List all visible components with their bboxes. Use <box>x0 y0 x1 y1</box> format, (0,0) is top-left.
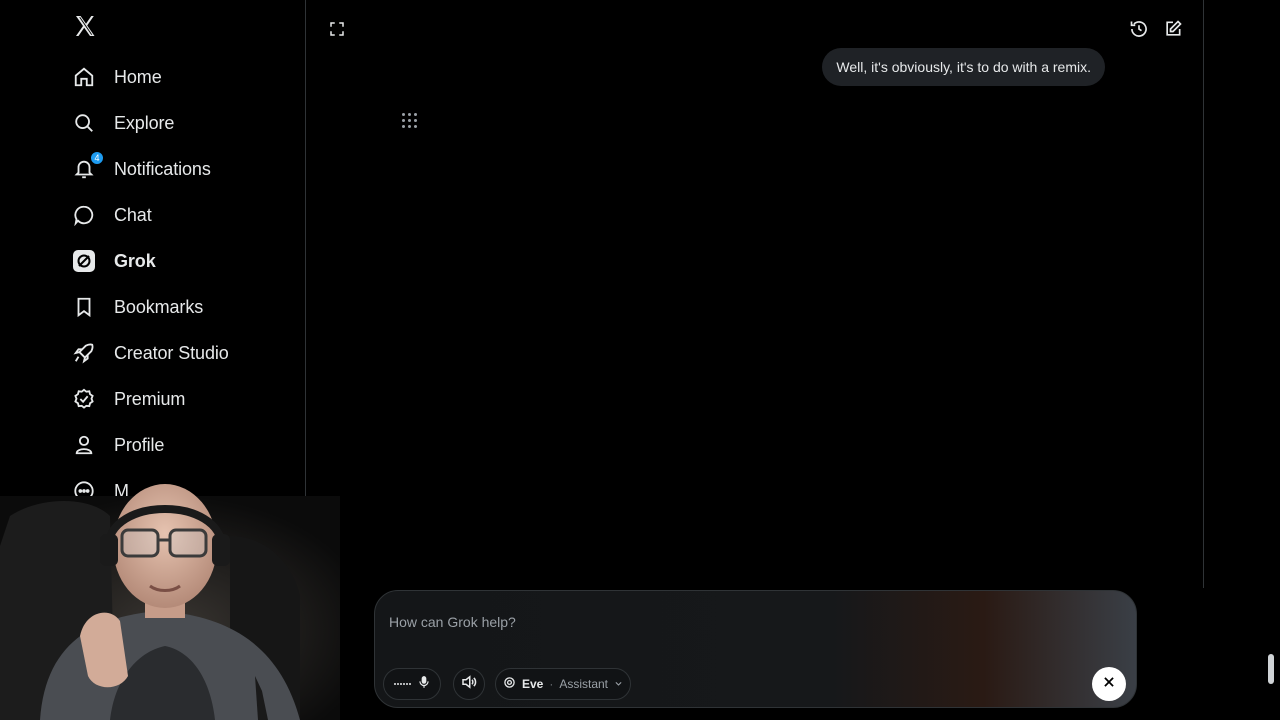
nav-item-notifications[interactable]: 4 Notifications <box>62 146 292 192</box>
nav-label: Creator Studio <box>114 342 229 363</box>
close-icon <box>1102 675 1116 694</box>
history-button[interactable] <box>1127 19 1151 43</box>
grok-icon <box>72 249 96 273</box>
message-bubble: Well, it's obviously, it's to do with a … <box>822 48 1105 86</box>
nav-label: Bookmarks <box>114 296 204 317</box>
loading-dots-icon <box>402 113 418 129</box>
chevron-down-icon <box>614 677 623 691</box>
nav-label: Notifications <box>114 158 211 179</box>
nav-item-explore[interactable]: Explore <box>62 100 292 146</box>
nav-item-chat[interactable]: Chat <box>62 192 292 238</box>
persona-mode: Assistant <box>559 677 609 691</box>
grok-prompt-input[interactable] <box>389 611 989 633</box>
nav-label: Chat <box>114 204 152 225</box>
gear-icon <box>503 676 516 692</box>
search-icon <box>72 111 96 135</box>
nav-label: Profile <box>114 434 165 455</box>
speaker-button[interactable] <box>453 668 485 700</box>
persona-name: Eve <box>521 677 544 691</box>
waveform-icon <box>393 683 411 685</box>
nav-item-home[interactable]: Home <box>62 54 292 100</box>
chat-icon <box>72 203 96 227</box>
microphone-icon <box>417 674 431 695</box>
nav-item-grok[interactable]: Grok <box>62 238 292 284</box>
nav-label: Premium <box>114 388 186 409</box>
rocket-icon <box>72 341 96 365</box>
nav-item-profile[interactable]: Profile <box>62 422 292 468</box>
nav-label: Explore <box>114 112 175 133</box>
webcam-overlay <box>0 476 340 720</box>
history-icon <box>1129 19 1149 44</box>
new-chat-button[interactable] <box>1161 19 1185 43</box>
bookmark-icon <box>72 295 96 319</box>
main-panel: Well, it's obviously, it's to do with a … <box>307 0 1204 588</box>
x-logo-icon[interactable] <box>70 10 100 42</box>
page-scrollbar[interactable] <box>1268 654 1274 684</box>
voice-input-button[interactable] <box>383 668 441 700</box>
person-icon <box>72 433 96 457</box>
nav-item-creator-studio[interactable]: Creator Studio <box>62 330 292 376</box>
close-voice-button[interactable] <box>1092 667 1126 701</box>
expand-button[interactable] <box>325 19 349 43</box>
verified-icon <box>72 387 96 411</box>
primary-nav: Home Explore 4 Notifications Chat Grok B… <box>62 54 292 514</box>
nav-item-bookmarks[interactable]: Bookmarks <box>62 284 292 330</box>
nav-item-premium[interactable]: Premium <box>62 376 292 422</box>
persona-selector[interactable]: Eve · Assistant <box>495 668 631 700</box>
speaker-icon <box>460 673 478 696</box>
expand-icon <box>328 20 346 43</box>
nav-label: Grok <box>114 250 156 271</box>
grok-composer: Eve · Assistant <box>374 590 1137 708</box>
home-icon <box>72 65 96 89</box>
bell-icon: 4 <box>72 151 104 181</box>
persona-separator: · <box>549 677 554 691</box>
compose-icon <box>1163 19 1183 44</box>
nav-label: Home <box>114 66 162 87</box>
notification-badge: 4 <box>90 151 104 165</box>
